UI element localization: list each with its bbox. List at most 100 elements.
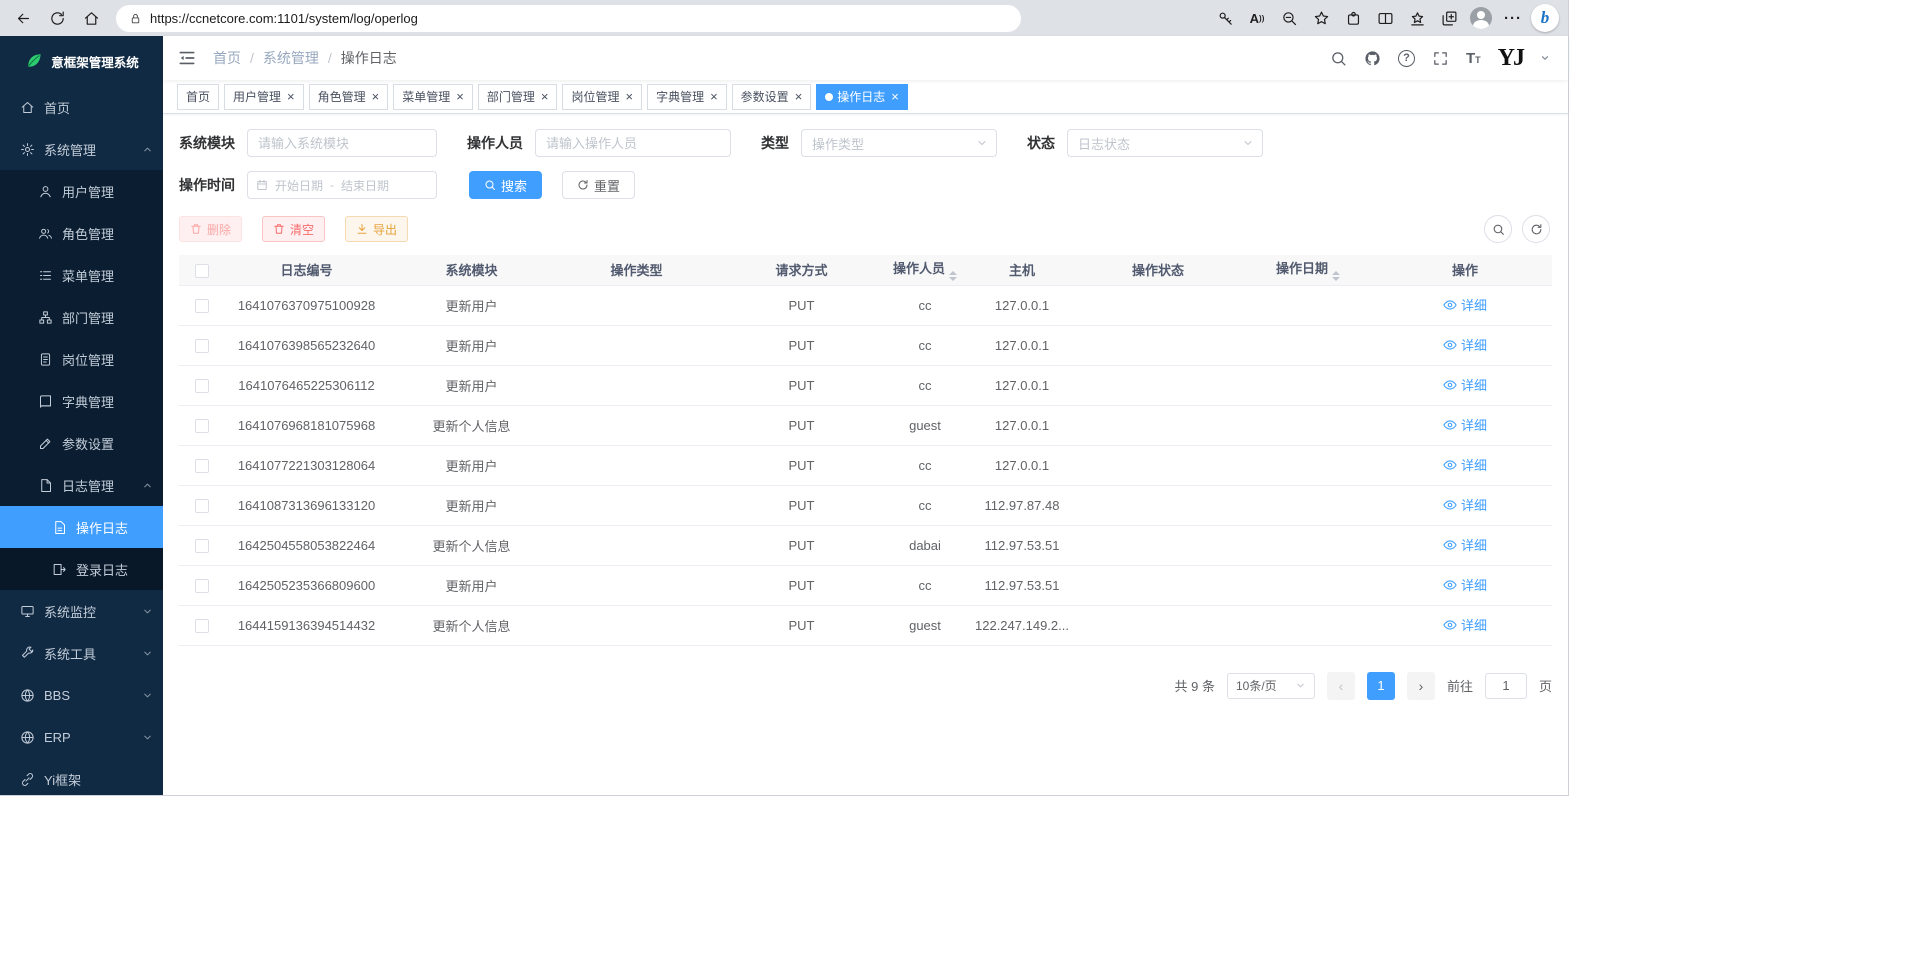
detail-link[interactable]: 详细 xyxy=(1443,455,1487,474)
col-date-sortable[interactable]: 操作日期 xyxy=(1238,255,1378,285)
status-select[interactable]: 日志状态 xyxy=(1067,129,1263,157)
page-number-current[interactable]: 1 xyxy=(1367,672,1395,700)
tab-home[interactable]: 首页 xyxy=(177,84,219,110)
profile-avatar[interactable] xyxy=(1466,3,1496,33)
sidebar-item-parameters[interactable]: 参数设置 xyxy=(0,422,163,464)
add-favorite-icon[interactable] xyxy=(1306,3,1336,33)
sidebar-item-yi-framework[interactable]: Yi框架 xyxy=(0,758,163,795)
sidebar-toggle-icon[interactable] xyxy=(177,48,197,68)
close-icon[interactable]: × xyxy=(891,90,899,103)
row-checkbox[interactable] xyxy=(195,499,209,513)
tab-menu-mgmt[interactable]: 菜单管理× xyxy=(393,84,473,110)
extensions-icon[interactable] xyxy=(1338,3,1368,33)
back-button[interactable] xyxy=(8,3,38,33)
search-button[interactable]: 搜索 xyxy=(469,171,542,199)
close-icon[interactable]: × xyxy=(372,90,380,103)
sidebar-item-operation-log[interactable]: 操作日志 xyxy=(0,506,163,548)
sidebar-item-tools[interactable]: 系统工具 xyxy=(0,632,163,674)
github-icon[interactable] xyxy=(1364,50,1381,67)
user-logo[interactable]: YJ xyxy=(1498,45,1523,72)
detail-link[interactable]: 详细 xyxy=(1443,375,1487,394)
sidebar-item-system[interactable]: 系统管理 xyxy=(0,128,163,170)
row-checkbox[interactable] xyxy=(195,379,209,393)
close-icon[interactable]: × xyxy=(710,90,718,103)
close-icon[interactable]: × xyxy=(625,90,633,103)
sidebar-item-roles[interactable]: 角色管理 xyxy=(0,212,163,254)
sidebar-item-posts[interactable]: 岗位管理 xyxy=(0,338,163,380)
goto-page-input[interactable] xyxy=(1485,673,1527,699)
row-checkbox[interactable] xyxy=(195,339,209,353)
search-icon[interactable] xyxy=(1330,50,1347,67)
select-all-checkbox[interactable] xyxy=(195,264,209,278)
tab-user-mgmt[interactable]: 用户管理× xyxy=(224,84,304,110)
app-logo[interactable]: 意框架管理系统 xyxy=(0,36,163,86)
sidebar-item-users[interactable]: 用户管理 xyxy=(0,170,163,212)
bing-chat-icon[interactable]: b xyxy=(1530,3,1560,33)
sidebar-item-erp[interactable]: ERP xyxy=(0,716,163,758)
operator-input[interactable] xyxy=(535,129,731,157)
fullscreen-icon[interactable] xyxy=(1432,50,1449,67)
module-input[interactable] xyxy=(247,129,437,157)
row-checkbox[interactable] xyxy=(195,539,209,553)
close-icon[interactable]: × xyxy=(795,90,803,103)
sidebar-item-monitor[interactable]: 系统监控 xyxy=(0,590,163,632)
chevron-down-icon[interactable] xyxy=(1540,53,1550,63)
tab-dept-mgmt[interactable]: 部门管理× xyxy=(478,84,558,110)
sidebar-item-departments[interactable]: 部门管理 xyxy=(0,296,163,338)
prev-page-button[interactable]: ‹ xyxy=(1327,672,1355,700)
tab-dict-mgmt[interactable]: 字典管理× xyxy=(647,84,727,110)
show-search-button[interactable] xyxy=(1484,215,1512,243)
sidebar-item-login-log[interactable]: 登录日志 xyxy=(0,548,163,590)
tab-post-mgmt[interactable]: 岗位管理× xyxy=(562,84,642,110)
zoom-icon[interactable] xyxy=(1274,3,1304,33)
password-key-icon[interactable] xyxy=(1210,3,1240,33)
close-icon[interactable]: × xyxy=(456,90,464,103)
export-button[interactable]: 导出 xyxy=(345,216,408,242)
breadcrumb-item[interactable]: 系统管理 xyxy=(263,48,319,68)
tab-operation-log[interactable]: 操作日志× xyxy=(816,84,908,110)
date-range-picker[interactable]: 开始日期 - 结束日期 xyxy=(247,171,437,199)
detail-link[interactable]: 详细 xyxy=(1443,535,1487,554)
delete-button[interactable]: 删除 xyxy=(179,216,242,242)
sidebar-item-menus[interactable]: 菜单管理 xyxy=(0,254,163,296)
col-operator-sortable[interactable]: 操作人员 xyxy=(884,255,966,285)
detail-link[interactable]: 详细 xyxy=(1443,615,1487,634)
clear-button[interactable]: 清空 xyxy=(262,216,325,242)
help-icon[interactable]: ? xyxy=(1398,50,1415,67)
detail-link[interactable]: 详细 xyxy=(1443,295,1487,314)
row-checkbox[interactable] xyxy=(195,579,209,593)
row-checkbox[interactable] xyxy=(195,459,209,473)
refresh-table-button[interactable] xyxy=(1522,215,1550,243)
favorites-bar-icon[interactable] xyxy=(1402,3,1432,33)
detail-link[interactable]: 详细 xyxy=(1443,575,1487,594)
sidebar-item-home[interactable]: 首页 xyxy=(0,86,163,128)
row-checkbox[interactable] xyxy=(195,299,209,313)
row-checkbox[interactable] xyxy=(195,619,209,633)
reset-button[interactable]: 重置 xyxy=(562,171,635,199)
split-screen-icon[interactable] xyxy=(1370,3,1400,33)
breadcrumb-item[interactable]: 首页 xyxy=(213,48,241,68)
collections-icon[interactable] xyxy=(1434,3,1464,33)
detail-link[interactable]: 详细 xyxy=(1443,415,1487,434)
home-button[interactable] xyxy=(76,3,106,33)
page-size-select[interactable]: 10条/页 xyxy=(1227,673,1315,699)
close-icon[interactable]: × xyxy=(541,90,549,103)
refresh-button[interactable] xyxy=(42,3,72,33)
type-select[interactable]: 操作类型 xyxy=(801,129,997,157)
address-bar[interactable]: https://ccnetcore.com:1101/system/log/op… xyxy=(116,5,1021,32)
next-page-button[interactable]: › xyxy=(1407,672,1435,700)
sidebar-item-dictionary[interactable]: 字典管理 xyxy=(0,380,163,422)
tab-param-settings[interactable]: 参数设置× xyxy=(732,84,812,110)
detail-link[interactable]: 详细 xyxy=(1443,335,1487,354)
font-size-icon[interactable]: TT xyxy=(1466,50,1481,67)
sort-icon[interactable] xyxy=(1332,271,1340,281)
sort-icon[interactable] xyxy=(949,271,957,281)
sidebar-item-logs[interactable]: 日志管理 xyxy=(0,464,163,506)
detail-link[interactable]: 详细 xyxy=(1443,495,1487,514)
read-aloud-icon[interactable]: A)) xyxy=(1242,3,1272,33)
row-checkbox[interactable] xyxy=(195,419,209,433)
close-icon[interactable]: × xyxy=(287,90,295,103)
browser-menu-icon[interactable]: ··· xyxy=(1498,3,1528,33)
tab-role-mgmt[interactable]: 角色管理× xyxy=(309,84,389,110)
sidebar-item-bbs[interactable]: BBS xyxy=(0,674,163,716)
